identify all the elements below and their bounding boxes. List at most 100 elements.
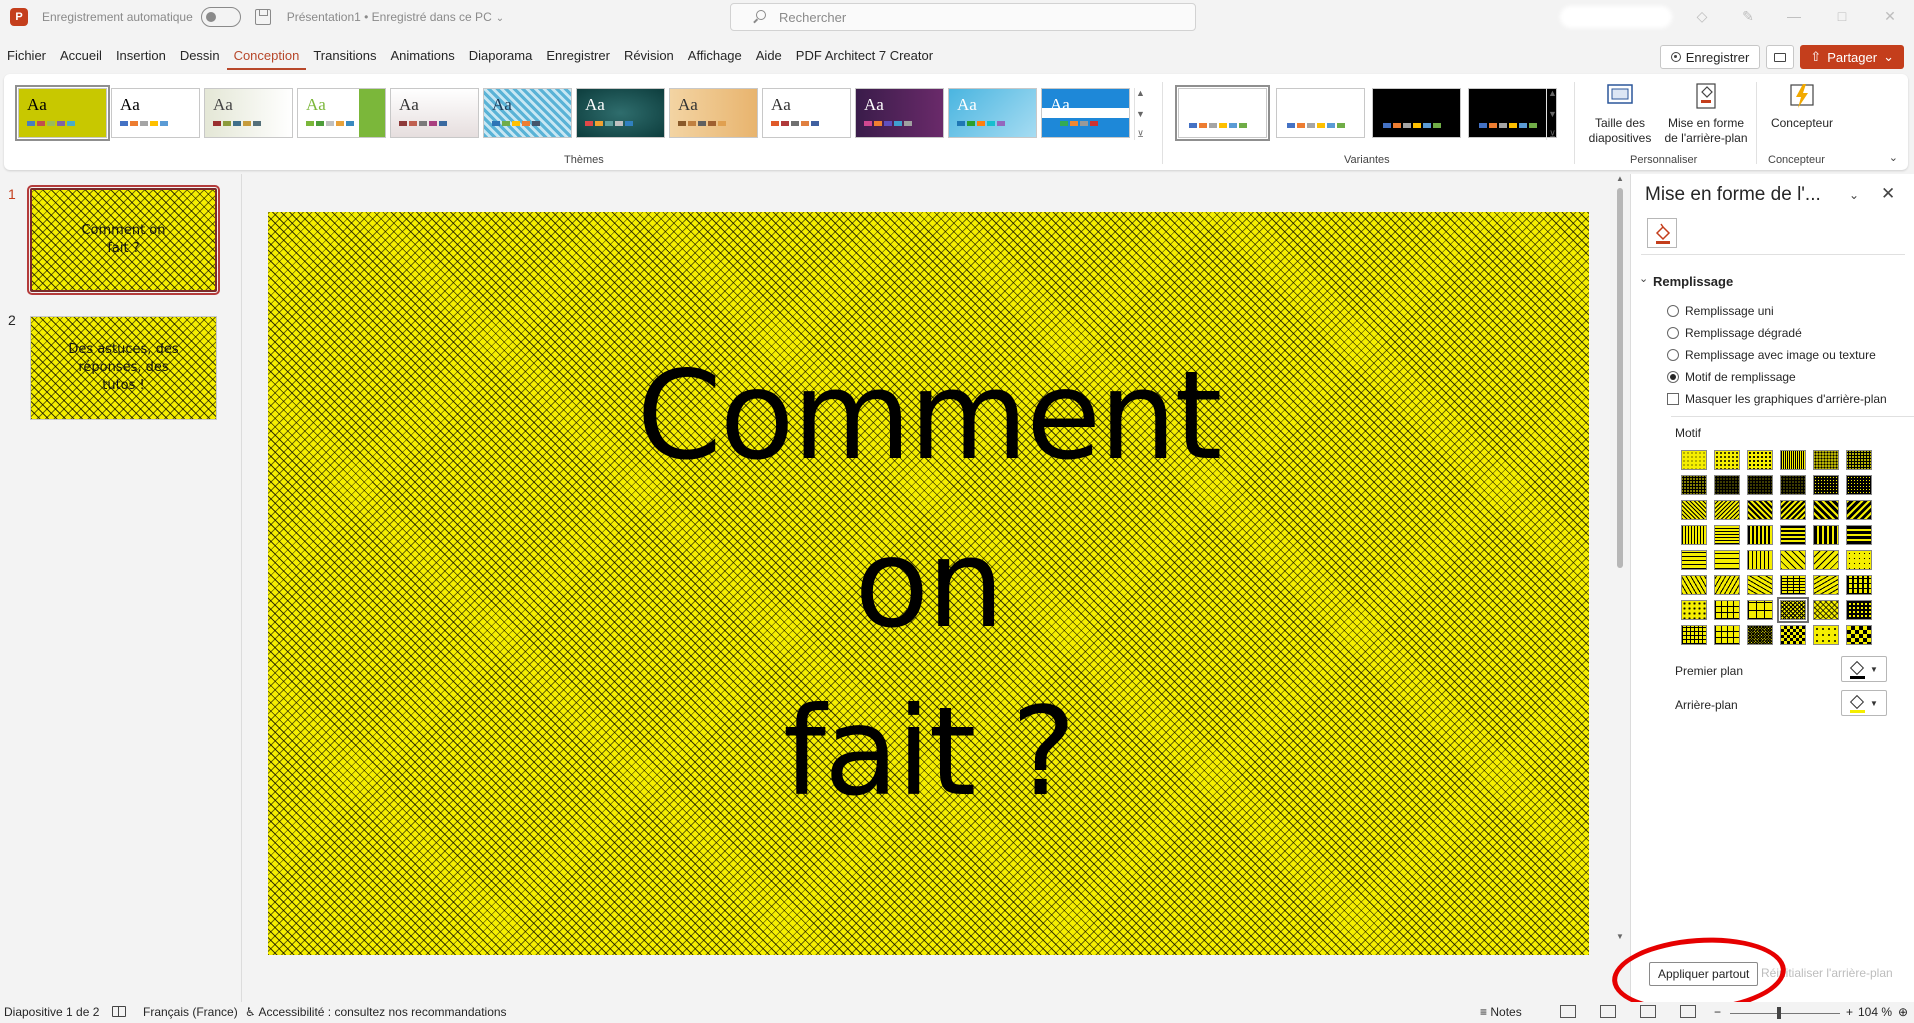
zoom-in-icon[interactable]: +	[1846, 1005, 1853, 1019]
pattern-swatch[interactable]	[1813, 450, 1839, 470]
theme-thumbnail[interactable]: Aa	[762, 88, 851, 138]
pattern-swatch[interactable]	[1846, 625, 1872, 645]
slide-sorter-icon[interactable]	[1600, 1005, 1616, 1018]
spellcheck-book-icon[interactable]	[112, 1006, 126, 1020]
menu-tab[interactable]: Fichier	[0, 44, 53, 70]
pattern-swatch[interactable]	[1780, 450, 1806, 470]
slideshow-icon[interactable]	[1680, 1005, 1696, 1018]
designer-button[interactable]: Concepteur	[1762, 82, 1842, 131]
theme-thumbnail[interactable]: Aa	[669, 88, 758, 138]
pattern-swatch[interactable]	[1681, 450, 1707, 470]
pattern-swatch[interactable]	[1747, 575, 1773, 595]
fill-tab-button[interactable]	[1647, 218, 1677, 248]
radio-button-selected[interactable]	[1667, 371, 1679, 383]
menu-tab[interactable]: Aide	[749, 44, 789, 70]
maximize-icon[interactable]: □	[1832, 6, 1852, 26]
theme-thumbnail[interactable]: Aa	[111, 88, 200, 138]
slide-canvas[interactable]: Comment on fait ?	[268, 212, 1589, 955]
theme-thumbnail[interactable]: Aa	[15, 85, 110, 141]
zoom-level[interactable]: 104 %	[1858, 1005, 1892, 1019]
pattern-swatch[interactable]	[1747, 475, 1773, 495]
slide-title[interactable]: Comment on fait ?	[549, 332, 1309, 836]
close-window-icon[interactable]: ✕	[1880, 6, 1900, 26]
pattern-swatch[interactable]	[1780, 475, 1806, 495]
pane-divider[interactable]	[241, 174, 242, 1002]
pattern-swatch[interactable]	[1714, 450, 1740, 470]
pattern-swatch[interactable]	[1714, 475, 1740, 495]
foreground-color-button[interactable]: ▼	[1841, 656, 1887, 682]
pattern-swatch[interactable]	[1780, 525, 1806, 545]
menu-tab[interactable]: PDF Architect 7 Creator	[789, 44, 940, 70]
close-panel-icon[interactable]: ✕	[1881, 184, 1895, 204]
diamond-icon[interactable]: ◇	[1694, 8, 1710, 24]
pattern-swatch[interactable]	[1681, 525, 1707, 545]
menu-tab[interactable]: Enregistrer	[539, 44, 617, 70]
collapse-section-icon[interactable]: ⌄	[1639, 272, 1648, 285]
themes-gallery-scroll[interactable]: ▲ ▼ ⊻	[1134, 88, 1146, 140]
record-button[interactable]: Enregistrer	[1659, 45, 1761, 69]
theme-thumbnail[interactable]: Aa	[1041, 88, 1130, 138]
share-button[interactable]: ⇧ Partager ⌄	[1800, 45, 1904, 69]
variant-thumbnail[interactable]	[1468, 88, 1557, 138]
collapse-ribbon-icon[interactable]: ⌄	[1889, 151, 1898, 164]
autosave-toggle[interactable]	[200, 7, 241, 27]
theme-thumbnail[interactable]: Aa	[576, 88, 665, 138]
menu-tab[interactable]: Conception	[226, 44, 307, 70]
accessibility-status[interactable]: ♿︎ Accessibilité : consultez nos recomma…	[245, 1005, 507, 1019]
zoom-out-icon[interactable]: −	[1714, 1005, 1721, 1019]
pattern-swatch[interactable]	[1714, 525, 1740, 545]
pattern-swatch[interactable]	[1681, 475, 1707, 495]
panel-options-chevron-icon[interactable]: ⌄	[1849, 188, 1859, 202]
variants-gallery-scroll[interactable]: ▲ ▼ ⊻	[1546, 88, 1558, 140]
pattern-swatch[interactable]	[1780, 550, 1806, 570]
option-solid-fill[interactable]: Remplissage uni	[1667, 304, 1774, 318]
pattern-swatch[interactable]	[1780, 500, 1806, 520]
pattern-swatch[interactable]	[1681, 550, 1707, 570]
slide-thumbnail-2[interactable]: Des astuces, des réponses, des tutos !	[30, 316, 217, 420]
pattern-swatch[interactable]	[1714, 500, 1740, 520]
minimize-icon[interactable]: —	[1784, 6, 1804, 26]
slide-size-button[interactable]: Taille des diapositives	[1580, 82, 1660, 146]
pattern-swatch[interactable]	[1813, 500, 1839, 520]
pattern-swatch[interactable]	[1747, 625, 1773, 645]
normal-view-icon[interactable]	[1560, 1005, 1576, 1018]
scroll-down-icon[interactable]: ▼	[1614, 932, 1626, 941]
menu-tab[interactable]: Accueil	[53, 44, 109, 70]
notes-button[interactable]: ≡ Notes	[1480, 1005, 1522, 1019]
background-color-button[interactable]: ▼	[1841, 690, 1887, 716]
theme-thumbnail[interactable]: Aa	[297, 88, 386, 138]
pattern-swatch[interactable]	[1813, 575, 1839, 595]
pattern-swatch[interactable]	[1681, 625, 1707, 645]
pattern-swatch[interactable]	[1846, 550, 1872, 570]
zoom-slider-knob[interactable]	[1777, 1007, 1781, 1019]
slide-thumbnail-1[interactable]: Comment on fait ?	[27, 185, 220, 295]
variant-thumbnail[interactable]	[1372, 88, 1461, 138]
user-account-area[interactable]	[1560, 6, 1672, 28]
pattern-swatch[interactable]	[1813, 475, 1839, 495]
theme-thumbnail[interactable]: Aa	[204, 88, 293, 138]
pattern-swatch[interactable]	[1846, 600, 1872, 620]
pattern-swatch[interactable]	[1780, 625, 1806, 645]
search-box[interactable]: Rechercher	[730, 3, 1196, 31]
radio-button[interactable]	[1667, 327, 1679, 339]
menu-tab[interactable]: Diaporama	[462, 44, 540, 70]
pen-icon[interactable]: ✎	[1740, 8, 1756, 24]
pattern-swatch[interactable]	[1747, 550, 1773, 570]
pattern-swatch[interactable]	[1846, 475, 1872, 495]
pattern-swatch[interactable]	[1813, 550, 1839, 570]
option-pattern-fill[interactable]: Motif de remplissage	[1667, 370, 1796, 384]
menu-tab[interactable]: Révision	[617, 44, 681, 70]
variant-thumbnail[interactable]	[1276, 88, 1365, 138]
slide-scrollbar[interactable]: ▲ ▼	[1614, 174, 1626, 944]
radio-button[interactable]	[1667, 305, 1679, 317]
pattern-swatch[interactable]	[1681, 600, 1707, 620]
pattern-swatch[interactable]	[1846, 450, 1872, 470]
menu-tab[interactable]: Transitions	[306, 44, 383, 70]
pattern-swatch[interactable]	[1846, 500, 1872, 520]
radio-button[interactable]	[1667, 349, 1679, 361]
pattern-swatch[interactable]	[1714, 600, 1740, 620]
reading-view-icon[interactable]	[1640, 1005, 1656, 1018]
menu-tab[interactable]: Animations	[383, 44, 461, 70]
pattern-swatch[interactable]	[1780, 575, 1806, 595]
pattern-swatch[interactable]	[1846, 525, 1872, 545]
